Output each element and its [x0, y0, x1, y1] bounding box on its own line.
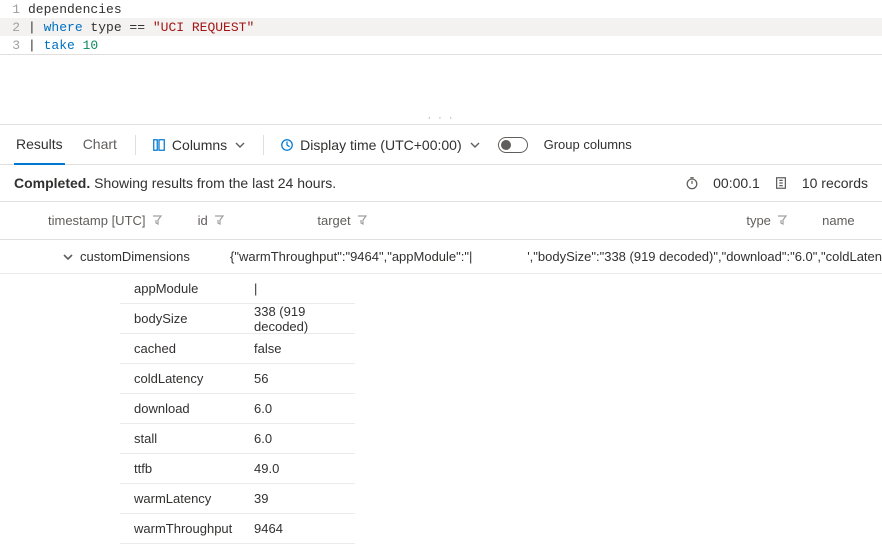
- kv-row: cachedfalse: [120, 334, 355, 364]
- column-label: target: [317, 213, 350, 228]
- code-token: take: [44, 38, 75, 53]
- kv-key: bodySize: [120, 311, 250, 326]
- stopwatch-icon: [685, 176, 699, 190]
- query-editor[interactable]: 1 dependencies 2 | where type == "UCI RE…: [0, 0, 882, 55]
- kv-row: bodySize338 (919 decoded): [120, 304, 355, 334]
- property-name: customDimensions: [80, 249, 230, 264]
- clock-icon: [280, 138, 294, 152]
- column-header-target[interactable]: target: [317, 213, 746, 228]
- kv-key: download: [120, 401, 250, 416]
- kv-key: coldLatency: [120, 371, 250, 386]
- kv-row: coldLatency56: [120, 364, 355, 394]
- custom-dimensions-table: appModule|bodySize338 (919 decoded)cache…: [120, 274, 355, 544]
- kv-key: ttfb: [120, 461, 250, 476]
- code-token: dependencies: [28, 2, 122, 17]
- column-label: type: [746, 213, 771, 228]
- tab-results[interactable]: Results: [14, 125, 65, 165]
- filter-icon[interactable]: [357, 213, 367, 228]
- record-count: 10 records: [802, 175, 868, 191]
- column-header-name[interactable]: name: [822, 213, 882, 228]
- columns-button[interactable]: Columns: [152, 137, 247, 153]
- status-detail: Showing results from the last 24 hours.: [90, 175, 336, 191]
- pane-resize-handle[interactable]: · · ·: [0, 55, 882, 125]
- results-toolbar: Results Chart Columns Display time (UTC+…: [0, 125, 882, 165]
- code-token: type ==: [83, 20, 153, 35]
- kv-row: ttfb49.0: [120, 454, 355, 484]
- group-columns-toggle[interactable]: [498, 137, 528, 153]
- display-time-label: Display time (UTC+00:00): [300, 137, 461, 153]
- line-number: 3: [0, 38, 28, 53]
- columns-icon: [152, 138, 166, 152]
- collapse-toggle[interactable]: [56, 252, 80, 262]
- kv-value: 56: [250, 371, 355, 386]
- editor-line-1[interactable]: 1 dependencies: [0, 0, 882, 18]
- expanded-property-row: customDimensions {"warmThroughput":"9464…: [0, 240, 882, 274]
- filter-icon[interactable]: [152, 213, 162, 228]
- kv-key: cached: [120, 341, 250, 356]
- kv-key: warmLatency: [120, 491, 250, 506]
- column-label: name: [822, 213, 855, 228]
- kv-value: 338 (919 decoded): [250, 304, 355, 334]
- kv-key: appModule: [120, 281, 250, 296]
- kv-value: |: [250, 281, 355, 296]
- kv-key: stall: [120, 431, 250, 446]
- display-time-button[interactable]: Display time (UTC+00:00): [280, 137, 481, 153]
- kv-row: stall6.0: [120, 424, 355, 454]
- filter-icon[interactable]: [777, 213, 787, 228]
- records-icon: [774, 176, 788, 190]
- kv-value: 49.0: [250, 461, 355, 476]
- chevron-down-icon: [233, 138, 247, 152]
- code-token: 10: [75, 38, 98, 53]
- elapsed-time: 00:00.1: [713, 175, 760, 191]
- code-token: "UCI REQUEST": [153, 20, 254, 35]
- grid-header: timestamp [UTC] id target type name: [0, 202, 882, 240]
- code-token: |: [28, 38, 44, 53]
- status-text: Completed. Showing results from the last…: [14, 175, 336, 191]
- group-columns-label: Group columns: [544, 137, 632, 152]
- editor-line-2[interactable]: 2 | where type == "UCI REQUEST": [0, 18, 882, 36]
- status-bar: Completed. Showing results from the last…: [0, 165, 882, 202]
- kv-row: appModule|: [120, 274, 355, 304]
- filter-icon[interactable]: [214, 213, 224, 228]
- property-value-right: ',"bodySize":"338 (919 decoded)","downlo…: [527, 249, 882, 264]
- chevron-down-icon: [468, 138, 482, 152]
- kv-value: 9464: [250, 521, 355, 536]
- line-number: 1: [0, 2, 28, 17]
- kv-value: 39: [250, 491, 355, 506]
- column-header-timestamp[interactable]: timestamp [UTC]: [48, 213, 198, 228]
- separator: [263, 135, 264, 155]
- kv-row: warmThroughput9464: [120, 514, 355, 544]
- line-number: 2: [0, 20, 28, 35]
- column-header-type[interactable]: type: [746, 213, 822, 228]
- kv-value: false: [250, 341, 355, 356]
- code-token: where: [44, 20, 83, 35]
- kv-value: 6.0: [250, 401, 355, 416]
- columns-label: Columns: [172, 137, 227, 153]
- column-header-id[interactable]: id: [198, 213, 318, 228]
- column-label: timestamp [UTC]: [48, 213, 146, 228]
- separator: [135, 135, 136, 155]
- kv-key: warmThroughput: [120, 521, 250, 536]
- tab-chart[interactable]: Chart: [81, 125, 119, 165]
- code-token: |: [28, 20, 44, 35]
- kv-value: 6.0: [250, 431, 355, 446]
- property-value-left: {"warmThroughput":"9464","appModule":"|: [230, 249, 507, 264]
- column-label: id: [198, 213, 208, 228]
- status-completed: Completed.: [14, 175, 90, 191]
- editor-line-3[interactable]: 3 | take 10: [0, 36, 882, 54]
- kv-row: download6.0: [120, 394, 355, 424]
- kv-row: warmLatency39: [120, 484, 355, 514]
